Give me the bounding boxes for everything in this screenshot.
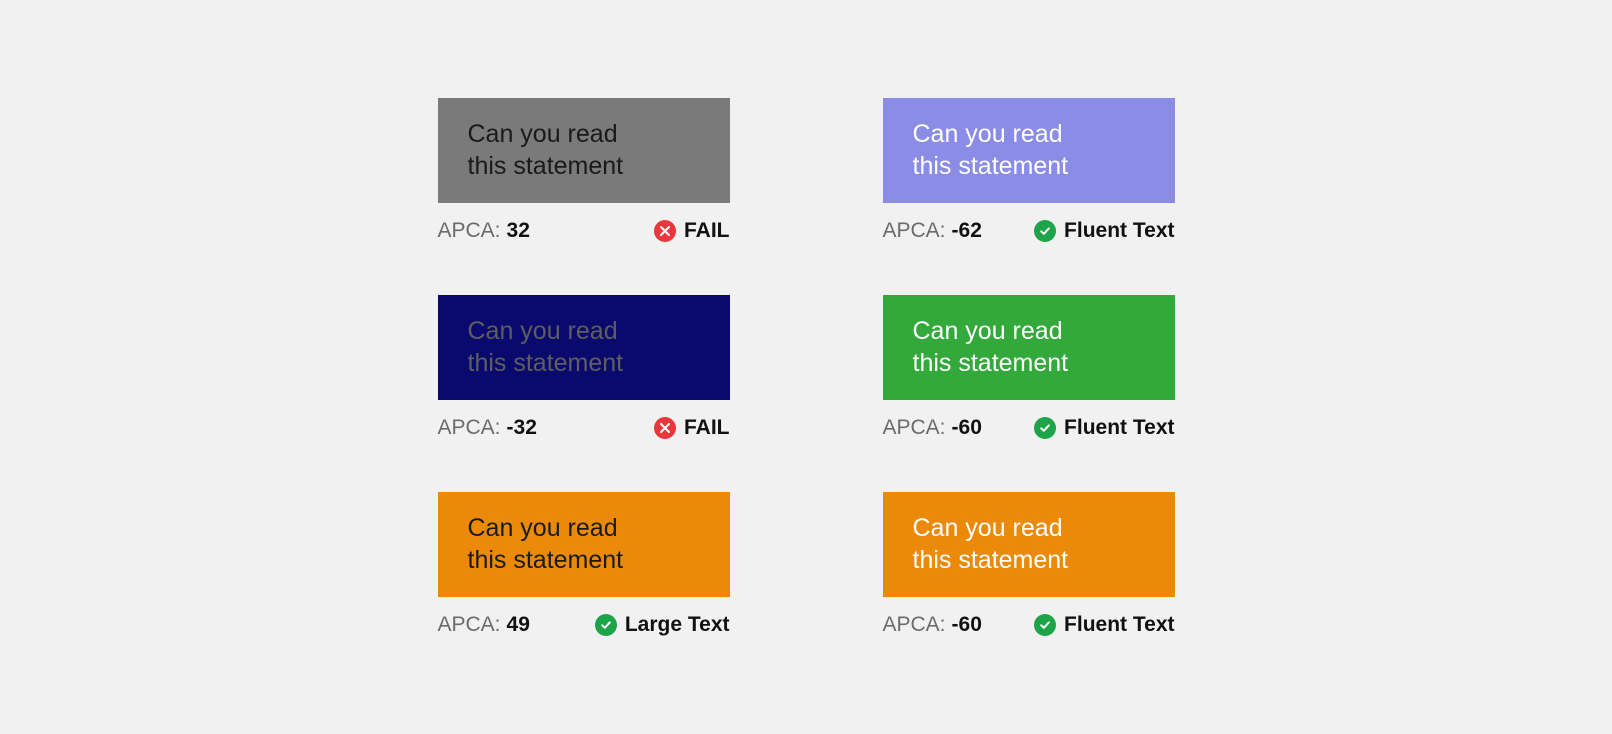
card-meta: APCA: -60 Fluent Text xyxy=(883,416,1175,440)
contrast-card: Can you read this statement APCA: -60 Fl… xyxy=(883,492,1175,637)
contrast-card: Can you read this statement APCA: -62 Fl… xyxy=(883,98,1175,243)
card-meta: APCA: 32 FAIL xyxy=(438,219,730,243)
swatch-line-1: Can you read xyxy=(468,315,700,348)
swatch-line-1: Can you read xyxy=(468,512,700,545)
swatch-line-1: Can you read xyxy=(913,512,1145,545)
status-group: Fluent Text xyxy=(1034,219,1174,243)
apca-label: APCA: xyxy=(438,613,501,637)
swatch-line-2: this statement xyxy=(913,150,1145,183)
swatch: Can you read this statement xyxy=(438,295,730,400)
status-label: FAIL xyxy=(684,219,730,243)
swatch-line-2: this statement xyxy=(468,150,700,183)
check-circle-icon xyxy=(595,614,617,636)
contrast-card: Can you read this statement APCA: -60 Fl… xyxy=(883,295,1175,440)
swatch: Can you read this statement xyxy=(438,98,730,203)
swatch: Can you read this statement xyxy=(883,492,1175,597)
status-group: FAIL xyxy=(654,416,730,440)
apca-label: APCA: xyxy=(883,219,946,243)
apca-group: APCA: -62 xyxy=(883,219,982,243)
swatch-line-2: this statement xyxy=(913,347,1145,380)
card-meta: APCA: -60 Fluent Text xyxy=(883,613,1175,637)
swatch-line-1: Can you read xyxy=(913,118,1145,151)
status-label: Fluent Text xyxy=(1064,219,1174,243)
card-meta: APCA: 49 Large Text xyxy=(438,613,730,637)
contrast-grid: Can you read this statement APCA: 32 FAI… xyxy=(438,98,1175,637)
swatch-line-1: Can you read xyxy=(468,118,700,151)
apca-value: -60 xyxy=(952,416,982,440)
swatch-line-2: this statement xyxy=(913,544,1145,577)
apca-group: APCA: -60 xyxy=(883,613,982,637)
swatch-line-2: this statement xyxy=(468,544,700,577)
apca-label: APCA: xyxy=(883,416,946,440)
apca-value: 32 xyxy=(507,219,530,243)
status-label: Large Text xyxy=(625,613,730,637)
status-group: Fluent Text xyxy=(1034,613,1174,637)
card-meta: APCA: -62 Fluent Text xyxy=(883,219,1175,243)
apca-value: -60 xyxy=(952,613,982,637)
apca-group: APCA: -60 xyxy=(883,416,982,440)
check-circle-icon xyxy=(1034,220,1056,242)
apca-value: -62 xyxy=(952,219,982,243)
apca-group: APCA: -32 xyxy=(438,416,537,440)
check-circle-icon xyxy=(1034,614,1056,636)
contrast-card: Can you read this statement APCA: 32 FAI… xyxy=(438,98,730,243)
status-label: Fluent Text xyxy=(1064,613,1174,637)
contrast-card: Can you read this statement APCA: 49 Lar… xyxy=(438,492,730,637)
x-circle-icon xyxy=(654,220,676,242)
swatch-line-2: this statement xyxy=(468,347,700,380)
swatch: Can you read this statement xyxy=(883,295,1175,400)
apca-label: APCA: xyxy=(438,416,501,440)
status-group: Large Text xyxy=(595,613,730,637)
x-circle-icon xyxy=(654,417,676,439)
check-circle-icon xyxy=(1034,417,1056,439)
status-group: Fluent Text xyxy=(1034,416,1174,440)
contrast-card: Can you read this statement APCA: -32 FA… xyxy=(438,295,730,440)
apca-value: 49 xyxy=(507,613,530,637)
status-label: Fluent Text xyxy=(1064,416,1174,440)
status-label: FAIL xyxy=(684,416,730,440)
apca-label: APCA: xyxy=(883,613,946,637)
swatch-line-1: Can you read xyxy=(913,315,1145,348)
card-meta: APCA: -32 FAIL xyxy=(438,416,730,440)
swatch: Can you read this statement xyxy=(883,98,1175,203)
swatch: Can you read this statement xyxy=(438,492,730,597)
apca-group: APCA: 49 xyxy=(438,613,530,637)
status-group: FAIL xyxy=(654,219,730,243)
apca-value: -32 xyxy=(507,416,537,440)
apca-group: APCA: 32 xyxy=(438,219,530,243)
apca-label: APCA: xyxy=(438,219,501,243)
